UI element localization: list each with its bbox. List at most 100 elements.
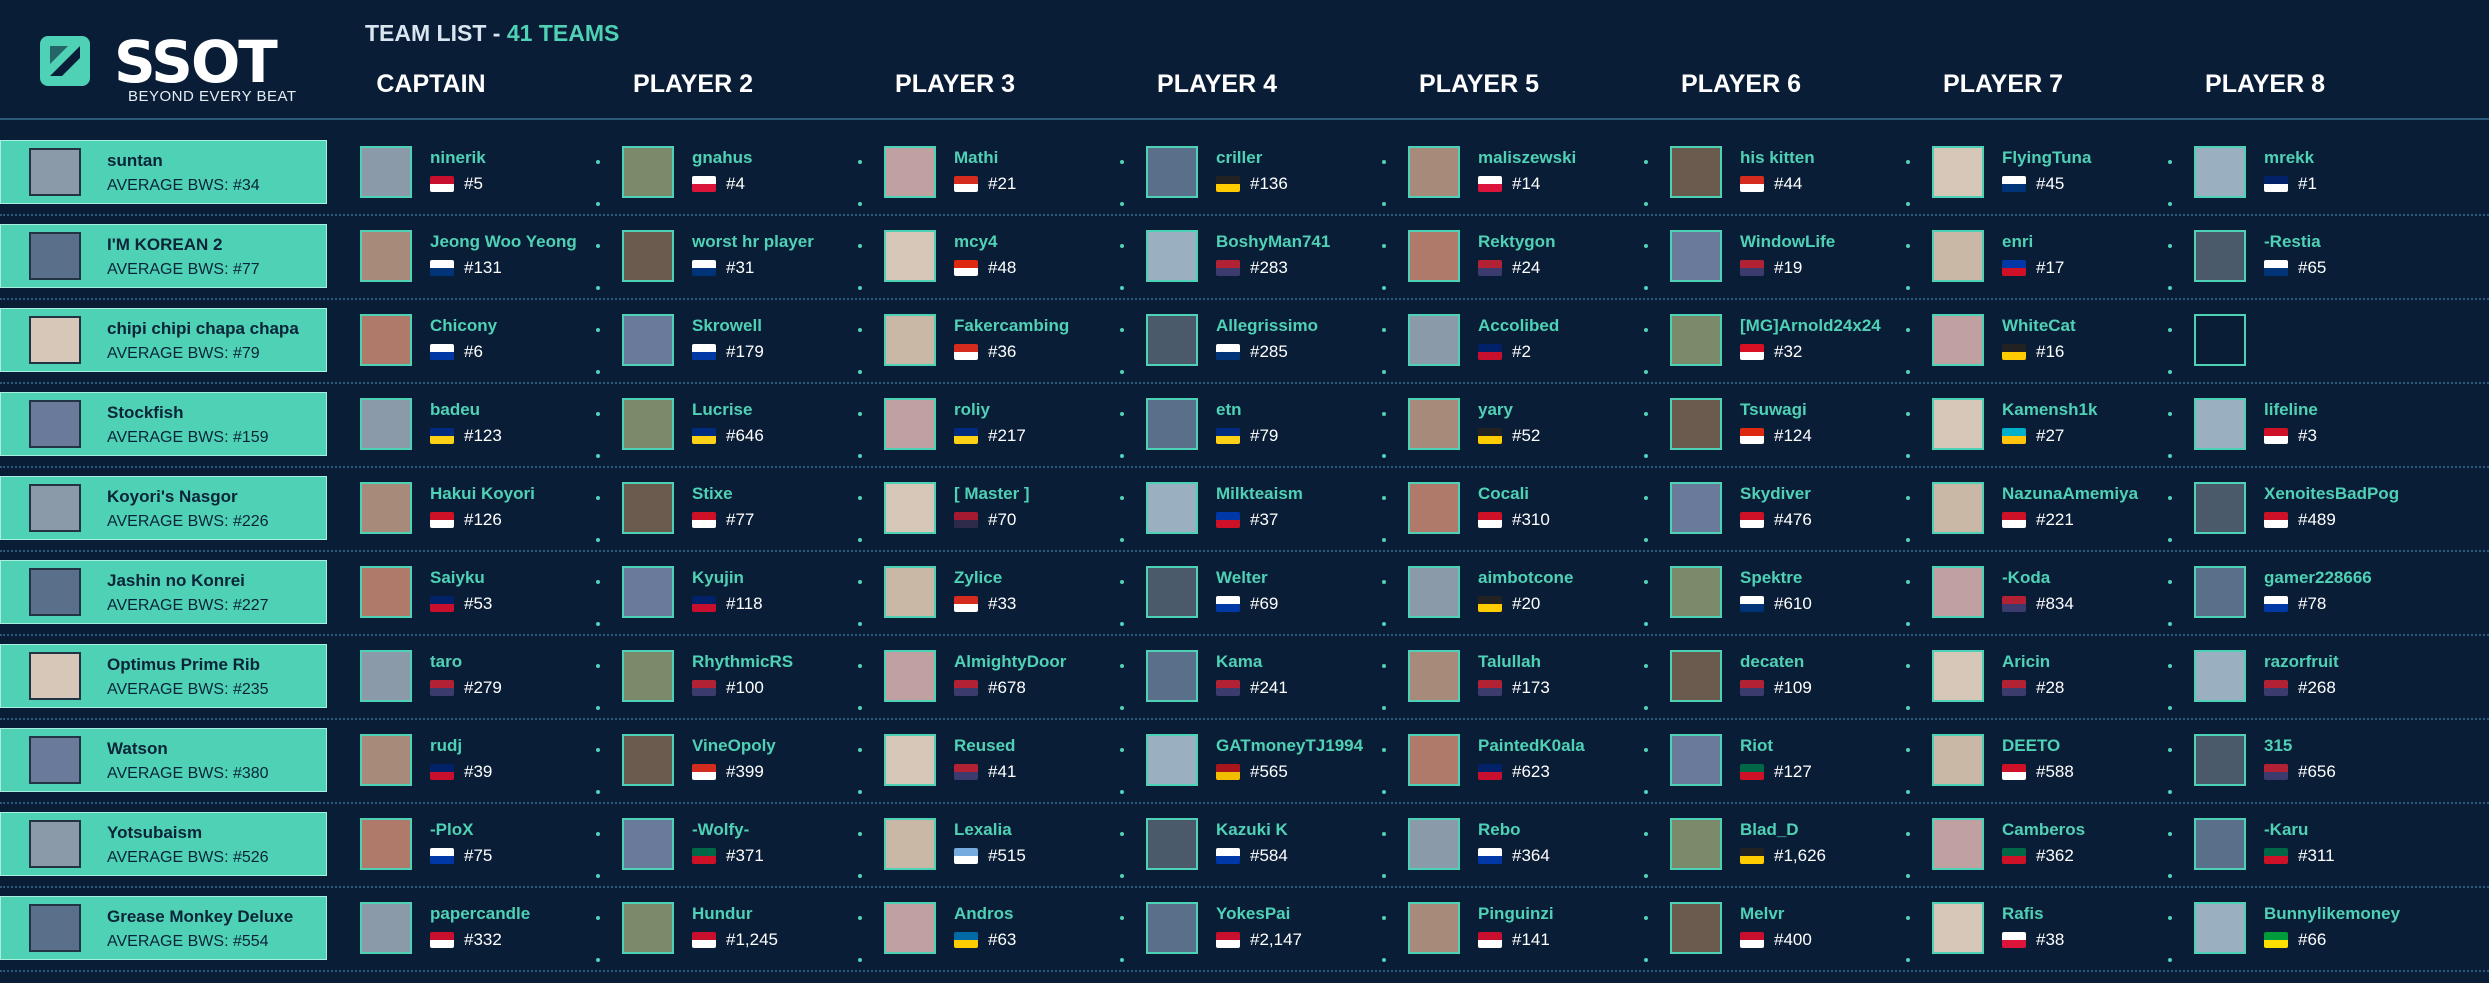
player-cell[interactable]: Camberos #362 [1922, 804, 2184, 888]
player-cell[interactable]: BoshyMan741 #283 [1136, 216, 1398, 300]
player-cell[interactable]: Bunnylikemoney #66 [2184, 888, 2446, 972]
player-cell[interactable]: Riot #127 [1660, 720, 1922, 804]
team-card[interactable]: Grease Monkey Deluxe AVERAGE BWS: #554 [0, 896, 327, 960]
player-cell[interactable]: worst hr player #31 [612, 216, 874, 300]
player-cell[interactable]: Mathi #21 [874, 132, 1136, 216]
team-card[interactable]: Jashin no Konrei AVERAGE BWS: #227 [0, 560, 327, 624]
team-card[interactable]: I'M KOREAN 2 AVERAGE BWS: #77 [0, 224, 327, 288]
team-card[interactable]: suntan AVERAGE BWS: #34 [0, 140, 327, 204]
player-cell[interactable]: Milkteaism #37 [1136, 468, 1398, 552]
player-cell[interactable]: Pinguinzi #141 [1398, 888, 1660, 972]
player-cell[interactable]: [ Master ] #70 [874, 468, 1136, 552]
player-cell[interactable]: Rektygon #24 [1398, 216, 1660, 300]
player-name: -Wolfy- [692, 820, 750, 839]
player-cell[interactable]: aimbotcone #20 [1398, 552, 1660, 636]
column-dot [1906, 538, 1910, 542]
player-cell[interactable]: -Restia #65 [2184, 216, 2446, 300]
player-cell[interactable]: Jeong Woo Yeong #131 [350, 216, 612, 300]
player-cell[interactable]: NazunaAmemiya #221 [1922, 468, 2184, 552]
player-cell[interactable]: Skrowell #179 [612, 300, 874, 384]
player-cell[interactable]: Andros #63 [874, 888, 1136, 972]
player-cell[interactable]: Welter #69 [1136, 552, 1398, 636]
player-cell[interactable]: Blad_D #1,626 [1660, 804, 1922, 888]
player-cell[interactable]: FlyingTuna #45 [1922, 132, 2184, 216]
player-cell[interactable] [2184, 300, 2446, 384]
player-rank: #565 [1250, 762, 1288, 781]
player-cell[interactable]: PaintedK0ala #623 [1398, 720, 1660, 804]
player-cell[interactable]: badeu #123 [350, 384, 612, 468]
player-cell[interactable]: taro #279 [350, 636, 612, 720]
player-cell[interactable]: VineOpoly #399 [612, 720, 874, 804]
player-cell[interactable]: yary #52 [1398, 384, 1660, 468]
player-cell[interactable]: criller #136 [1136, 132, 1398, 216]
player-cell[interactable]: Rebo #364 [1398, 804, 1660, 888]
player-meta: #362 [2002, 846, 2074, 866]
player-cell[interactable]: Accolibed #2 [1398, 300, 1660, 384]
player-rank: #52 [1512, 426, 1541, 445]
player-cell[interactable]: Allegrissimo #285 [1136, 300, 1398, 384]
player-cell[interactable]: Aricin #28 [1922, 636, 2184, 720]
team-card[interactable]: chipi chipi chapa chapa AVERAGE BWS: #79 [0, 308, 327, 372]
player-cell[interactable]: Kyujin #118 [612, 552, 874, 636]
column-header: PLAYER 4 [1157, 70, 1277, 98]
player-cell[interactable]: gnahus #4 [612, 132, 874, 216]
player-cell[interactable]: GATmoneyTJ1994 #565 [1136, 720, 1398, 804]
player-cell[interactable]: Melvr #400 [1660, 888, 1922, 972]
team-card[interactable]: Optimus Prime Rib AVERAGE BWS: #235 [0, 644, 327, 708]
player-cell[interactable]: maliszewski #14 [1398, 132, 1660, 216]
player-cell[interactable]: his kitten #44 [1660, 132, 1922, 216]
player-cell[interactable]: Talullah #173 [1398, 636, 1660, 720]
player-cell[interactable]: [MG]Arnold24x24 #32 [1660, 300, 1922, 384]
player-cell[interactable]: enri #17 [1922, 216, 2184, 300]
player-cell[interactable]: decaten #109 [1660, 636, 1922, 720]
team-card[interactable]: Watson AVERAGE BWS: #380 [0, 728, 327, 792]
player-cell[interactable]: Skydiver #476 [1660, 468, 1922, 552]
player-cell[interactable]: 315 #656 [2184, 720, 2446, 804]
player-cell[interactable]: roliy #217 [874, 384, 1136, 468]
player-cell[interactable]: Kama #241 [1136, 636, 1398, 720]
column-dot [1382, 202, 1386, 206]
player-cell[interactable]: Chicony #6 [350, 300, 612, 384]
player-cell[interactable]: Kamensh1k #27 [1922, 384, 2184, 468]
player-cell[interactable]: Spektre #610 [1660, 552, 1922, 636]
player-avatar [2194, 650, 2246, 702]
player-cell[interactable]: DEETO #588 [1922, 720, 2184, 804]
player-cell[interactable]: XenoitesBadPog #489 [2184, 468, 2446, 552]
team-card[interactable]: Koyori's Nasgor AVERAGE BWS: #226 [0, 476, 327, 540]
player-cell[interactable]: mcy4 #48 [874, 216, 1136, 300]
team-card[interactable]: Yotsubaism AVERAGE BWS: #526 [0, 812, 327, 876]
player-rank: #21 [988, 174, 1017, 193]
player-cell[interactable]: razorfruit #268 [2184, 636, 2446, 720]
player-cell[interactable]: Lucrise #646 [612, 384, 874, 468]
player-cell[interactable]: rudj #39 [350, 720, 612, 804]
player-cell[interactable]: Fakercambing #36 [874, 300, 1136, 384]
player-cell[interactable]: Tsuwagi #124 [1660, 384, 1922, 468]
player-cell[interactable]: RhythmicRS #100 [612, 636, 874, 720]
player-cell[interactable]: WindowLife #19 [1660, 216, 1922, 300]
player-cell[interactable]: Hakui Koyori #126 [350, 468, 612, 552]
player-cell[interactable]: Saiyku #53 [350, 552, 612, 636]
player-cell[interactable]: gamer228666 #78 [2184, 552, 2446, 636]
column-dot [596, 958, 600, 962]
player-cell[interactable]: -Wolfy- #371 [612, 804, 874, 888]
player-cell[interactable]: -Karu #311 [2184, 804, 2446, 888]
player-cell[interactable]: Zylice #33 [874, 552, 1136, 636]
player-cell[interactable]: ninerik #5 [350, 132, 612, 216]
player-cell[interactable]: Reused #41 [874, 720, 1136, 804]
player-cell[interactable]: Kazuki K #584 [1136, 804, 1398, 888]
player-cell[interactable]: Cocali #310 [1398, 468, 1660, 552]
player-cell[interactable]: Rafis #38 [1922, 888, 2184, 972]
player-cell[interactable]: -Koda #834 [1922, 552, 2184, 636]
player-cell[interactable]: AlmightyDoor #678 [874, 636, 1136, 720]
player-cell[interactable]: Lexalia #515 [874, 804, 1136, 888]
player-cell[interactable]: mrekk #1 [2184, 132, 2446, 216]
player-cell[interactable]: WhiteCat #16 [1922, 300, 2184, 384]
team-card[interactable]: Stockfish AVERAGE BWS: #159 [0, 392, 327, 456]
player-cell[interactable]: Stixe #77 [612, 468, 874, 552]
player-cell[interactable]: etn #79 [1136, 384, 1398, 468]
player-cell[interactable]: papercandle #332 [350, 888, 612, 972]
player-cell[interactable]: lifeline #3 [2184, 384, 2446, 468]
player-cell[interactable]: -PloX #75 [350, 804, 612, 888]
player-cell[interactable]: YokesPai #2,147 [1136, 888, 1398, 972]
player-cell[interactable]: Hundur #1,245 [612, 888, 874, 972]
